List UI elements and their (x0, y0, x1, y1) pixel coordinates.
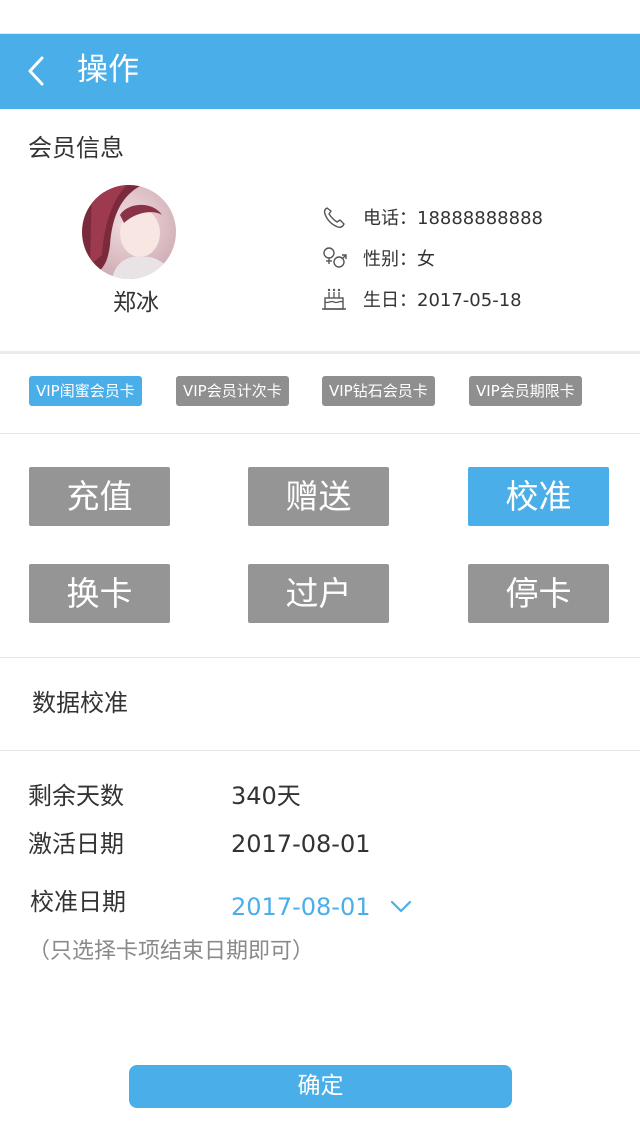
calibration-hint: （只选择卡项结束日期即可） (28, 939, 315, 964)
gender-icon (320, 244, 348, 272)
avatar (82, 185, 176, 279)
birthday-text: 生日：2017-05-18 (363, 290, 522, 311)
card-tag-vip-term[interactable]: VIP会员期限卡 (469, 376, 582, 406)
card-tag-vip-bestie[interactable]: VIP闺蜜会员卡 (29, 376, 142, 406)
chevron-left-icon (28, 56, 44, 86)
chevron-down-icon (390, 900, 412, 914)
phone-text: 电话：18888888888 (363, 208, 543, 229)
divider (0, 657, 640, 658)
activation-date-label: 激活日期 (28, 830, 124, 858)
change-card-button[interactable]: 换卡 (29, 564, 170, 623)
suspend-card-button[interactable]: 停卡 (468, 564, 609, 623)
status-bar (0, 0, 640, 34)
page-title: 操作 (77, 52, 139, 88)
remaining-days-value: 340天 (231, 782, 301, 810)
gender-text: 性别：女 (363, 249, 435, 270)
remaining-days-label: 剩余天数 (28, 782, 124, 810)
transfer-button[interactable]: 过户 (248, 564, 389, 623)
card-tag-vip-count[interactable]: VIP会员计次卡 (176, 376, 289, 406)
header-bar: 操作 (0, 34, 640, 109)
gender-row: 性别：女 (320, 243, 435, 273)
calibration-title: 数据校准 (32, 689, 128, 717)
calibration-date-value: 2017-08-01 (231, 893, 371, 921)
divider (0, 750, 640, 751)
activation-date-value: 2017-08-01 (231, 830, 371, 858)
calibration-date-label: 校准日期 (30, 888, 126, 916)
phone-row: 电话：18888888888 (320, 202, 543, 232)
phone-icon (320, 203, 348, 231)
member-name: 郑冰 (113, 290, 159, 316)
back-button[interactable] (18, 48, 64, 94)
calibration-date-select[interactable]: 2017-08-01 (231, 890, 412, 924)
member-info-title: 会员信息 (28, 134, 124, 162)
birthday-row: 生日：2017-05-18 (320, 284, 522, 314)
calibrate-button[interactable]: 校准 (468, 467, 609, 526)
divider (0, 433, 640, 434)
gift-button[interactable]: 赠送 (248, 467, 389, 526)
recharge-button[interactable]: 充值 (29, 467, 170, 526)
card-tag-vip-diamond[interactable]: VIP钻石会员卡 (322, 376, 435, 406)
cake-icon (320, 285, 348, 313)
divider (0, 351, 640, 354)
confirm-button[interactable]: 确定 (129, 1065, 512, 1108)
